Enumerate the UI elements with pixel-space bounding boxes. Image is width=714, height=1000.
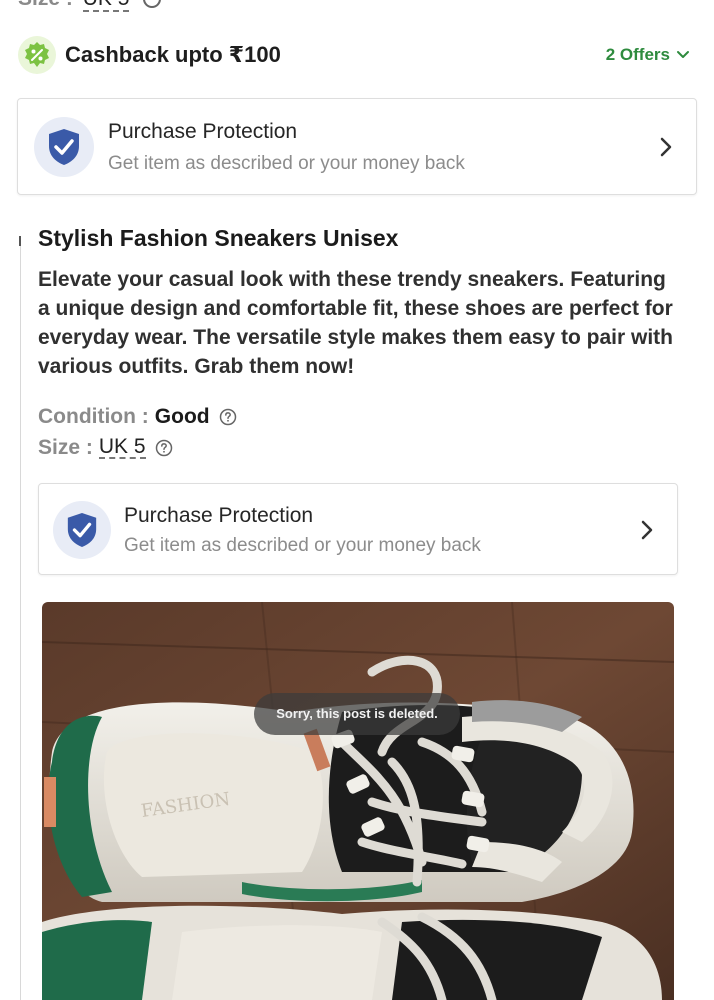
protection-subtitle: Get item as described or your money back: [124, 535, 481, 556]
size-label: Size :: [18, 0, 73, 10]
offers-dropdown[interactable]: 2 Offers: [606, 45, 690, 65]
shield-check-icon: [53, 501, 111, 559]
cashback-row[interactable]: Cashback upto ₹100 2 Offers: [18, 34, 698, 76]
condition-label: Condition :: [38, 405, 149, 428]
product-photo[interactable]: FASHION: [42, 602, 674, 1000]
help-icon[interactable]: [143, 0, 162, 9]
chevron-down-icon: [677, 51, 689, 58]
size-value[interactable]: UK 5: [98, 436, 146, 459]
purchase-protection-card[interactable]: Purchase Protection Get item as describe…: [38, 483, 678, 575]
condition-value: Good: [154, 405, 210, 428]
chevron-right-icon: [660, 137, 672, 157]
product-description: Elevate your casual look with these tren…: [38, 268, 673, 378]
thread-tick: [19, 236, 21, 246]
size-label: Size :: [38, 436, 93, 459]
size-value[interactable]: UK 5: [82, 0, 130, 12]
help-icon[interactable]: [219, 408, 237, 426]
shield-check-icon: [34, 117, 94, 177]
protection-subtitle: Get item as described or your money back: [108, 153, 465, 174]
deleted-post-banner: Sorry, this post is deleted.: [254, 693, 460, 735]
cashback-title: Cashback upto ₹100: [65, 42, 281, 67]
purchase-protection-card[interactable]: Purchase Protection Get item as describe…: [17, 98, 697, 195]
thread-divider: [20, 240, 21, 1000]
percent-badge-icon: [18, 36, 56, 74]
help-icon[interactable]: [155, 439, 173, 457]
size-row-partial: Size : UK 5: [18, 0, 162, 12]
protection-title: Purchase Protection: [108, 120, 298, 143]
offers-label: 2 Offers: [605, 45, 670, 64]
chevron-right-icon: [641, 520, 653, 540]
size-row: Size : UK 5: [38, 436, 173, 460]
protection-title: Purchase Protection: [124, 504, 314, 527]
product-title: Stylish Fashion Sneakers Unisex: [38, 225, 399, 251]
condition-row: Condition : Good: [38, 405, 237, 429]
